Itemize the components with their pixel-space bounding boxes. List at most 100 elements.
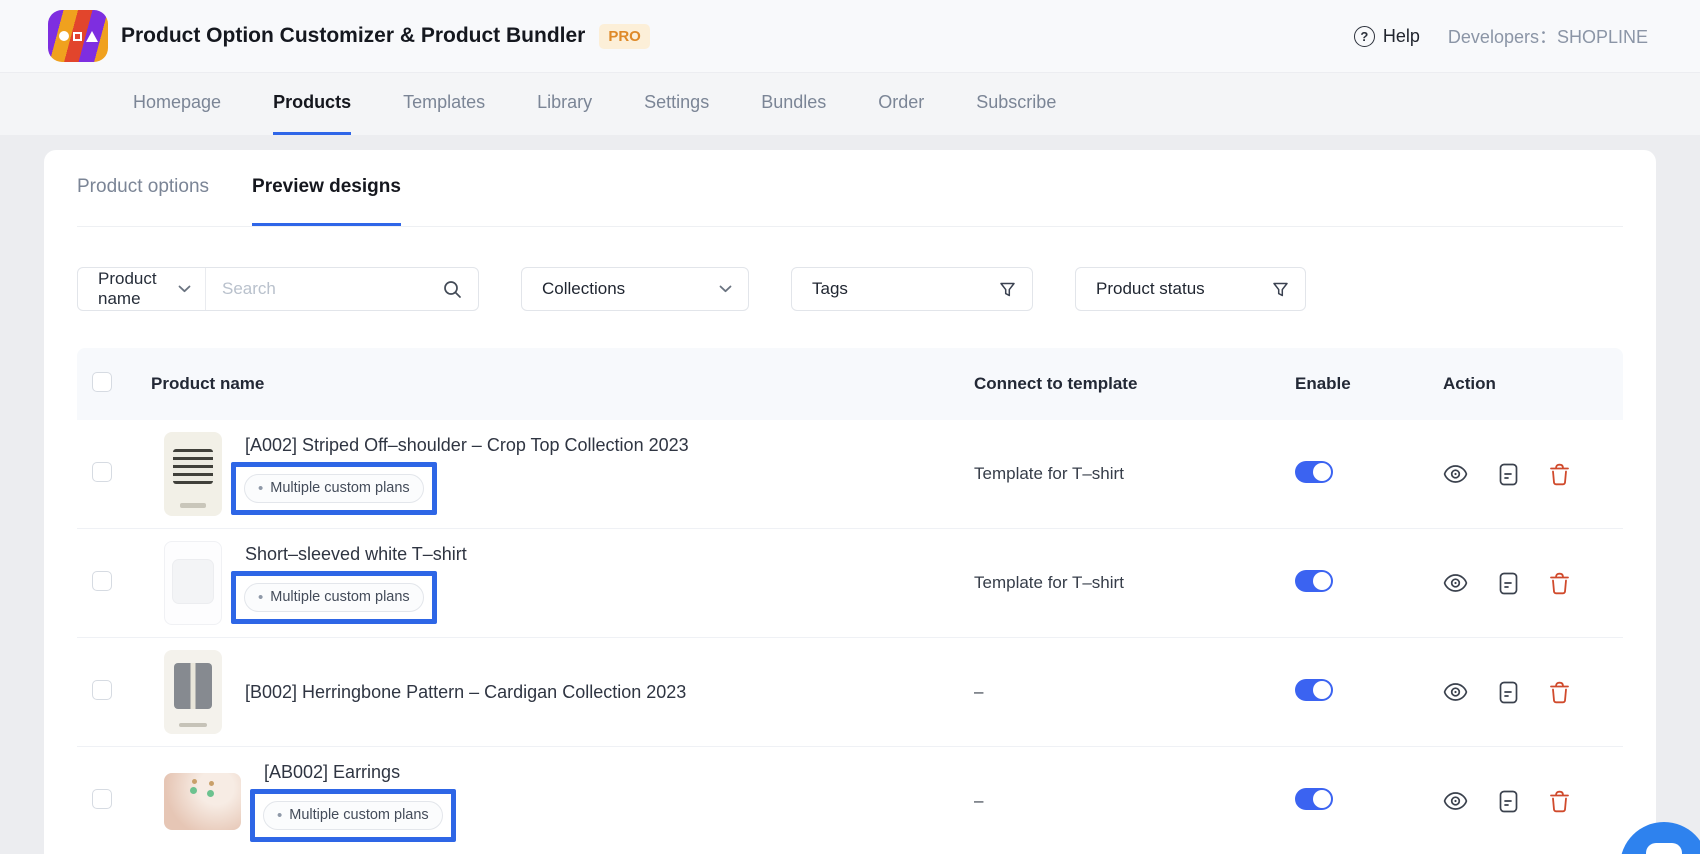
logo-triangle-shape xyxy=(86,31,98,42)
app-logo-icon xyxy=(48,10,108,62)
badge-dot-icon: • xyxy=(277,808,282,823)
multiple-custom-plans-badge: • Multiple custom plans xyxy=(263,801,443,830)
search-type-select[interactable]: Product name xyxy=(78,268,206,310)
search-icon xyxy=(443,280,462,299)
enable-toggle[interactable] xyxy=(1295,461,1333,483)
delete-button[interactable] xyxy=(1549,681,1570,704)
trash-icon xyxy=(1549,463,1570,486)
developers-label: Developers： xyxy=(1448,27,1557,47)
note-button[interactable] xyxy=(1499,572,1518,595)
tags-filter[interactable]: Tags xyxy=(791,267,1033,311)
badge-label: Multiple custom plans xyxy=(270,589,409,605)
preview-button[interactable] xyxy=(1443,464,1468,484)
row-checkbox[interactable] xyxy=(92,571,112,591)
multiple-custom-plans-badge: • Multiple custom plans xyxy=(244,474,424,503)
chevron-down-icon xyxy=(178,285,191,293)
enable-toggle[interactable] xyxy=(1295,570,1333,592)
note-icon xyxy=(1499,681,1518,704)
developers-value: SHOPLINE xyxy=(1557,27,1648,47)
row-checkbox[interactable] xyxy=(92,680,112,700)
product-title: [AB002] Earrings xyxy=(264,760,456,784)
sub-tabs: Product options Preview designs xyxy=(77,150,1623,227)
note-icon xyxy=(1499,790,1518,813)
badge-dot-icon: • xyxy=(258,481,263,496)
product-status-filter[interactable]: Product status xyxy=(1075,267,1306,311)
column-header-product-name: Product name xyxy=(149,374,974,394)
note-button[interactable] xyxy=(1499,790,1518,813)
help-label: Help xyxy=(1383,26,1420,47)
table-row: Short–sleeved white T–shirt • Multiple c… xyxy=(77,529,1623,638)
row-checkbox[interactable] xyxy=(92,462,112,482)
tab-preview-designs[interactable]: Preview designs xyxy=(252,150,401,226)
select-all-checkbox[interactable] xyxy=(92,372,112,392)
table-body: [A002] Striped Off–shoulder – Crop Top C… xyxy=(77,420,1623,854)
badge-dot-icon: • xyxy=(258,590,263,605)
note-button[interactable] xyxy=(1499,463,1518,486)
collections-filter[interactable]: Collections xyxy=(521,267,749,311)
help-button[interactable]: ? Help xyxy=(1354,26,1420,47)
row-checkbox[interactable] xyxy=(92,789,112,809)
developers-info: Developers：SHOPLINE xyxy=(1448,23,1648,49)
column-header-connect-to-template: Connect to template xyxy=(974,374,1283,394)
nav-tab-bundles[interactable]: Bundles xyxy=(761,73,826,135)
filter-bar: Product name Collections Tags Product st… xyxy=(77,267,1623,311)
preview-button[interactable] xyxy=(1443,573,1468,593)
nav-tab-settings[interactable]: Settings xyxy=(644,73,709,135)
search-group: Product name xyxy=(77,267,479,311)
chevron-down-icon xyxy=(719,285,732,293)
nav-tab-subscribe[interactable]: Subscribe xyxy=(976,73,1056,135)
product-thumbnail xyxy=(164,432,222,516)
tags-label: Tags xyxy=(812,279,848,299)
funnel-icon xyxy=(1272,281,1289,298)
multiple-custom-plans-badge: • Multiple custom plans xyxy=(244,583,424,612)
nav-tab-library[interactable]: Library xyxy=(537,73,592,135)
page-title: Product Option Customizer & Product Bund… xyxy=(121,24,585,48)
logo-square-shape xyxy=(73,32,82,41)
table-header: Product name Connect to template Enable … xyxy=(77,348,1623,420)
nav-tab-homepage[interactable]: Homepage xyxy=(133,73,221,135)
note-icon xyxy=(1499,572,1518,595)
nav-tab-order[interactable]: Order xyxy=(878,73,924,135)
product-title: [A002] Striped Off–shoulder – Crop Top C… xyxy=(245,433,689,457)
badge-highlight-box: • Multiple custom plans xyxy=(250,789,456,842)
delete-button[interactable] xyxy=(1549,463,1570,486)
table-row: [AB002] Earrings • Multiple custom plans… xyxy=(77,747,1623,854)
product-thumbnail xyxy=(164,773,241,830)
app-header: Product Option Customizer & Product Bund… xyxy=(0,0,1700,73)
pro-badge: PRO xyxy=(599,24,650,49)
column-header-enable: Enable xyxy=(1283,374,1420,394)
eye-icon xyxy=(1443,682,1468,702)
preview-button[interactable] xyxy=(1443,682,1468,702)
search-type-label: Product name xyxy=(98,269,178,309)
main-nav: Homepage Products Templates Library Sett… xyxy=(0,73,1700,135)
column-header-action: Action xyxy=(1420,374,1623,394)
preview-button[interactable] xyxy=(1443,791,1468,811)
funnel-icon xyxy=(999,281,1016,298)
badge-label: Multiple custom plans xyxy=(289,807,428,823)
enable-toggle[interactable] xyxy=(1295,679,1333,701)
delete-button[interactable] xyxy=(1549,572,1570,595)
eye-icon xyxy=(1443,791,1468,811)
tab-product-options[interactable]: Product options xyxy=(77,150,209,226)
product-title: Short–sleeved white T–shirt xyxy=(245,542,467,566)
template-cell: Template for T–shirt xyxy=(974,464,1283,484)
eye-icon xyxy=(1443,573,1468,593)
table-row: [B002] Herringbone Pattern – Cardigan Co… xyxy=(77,638,1623,747)
content-card: Product options Preview designs Product … xyxy=(44,150,1656,854)
logo-circle-shape xyxy=(59,31,69,41)
search-input[interactable] xyxy=(222,279,443,299)
badge-highlight-box: • Multiple custom plans xyxy=(231,571,437,624)
table-row: [A002] Striped Off–shoulder – Crop Top C… xyxy=(77,420,1623,529)
trash-icon xyxy=(1549,572,1570,595)
delete-button[interactable] xyxy=(1549,790,1570,813)
note-button[interactable] xyxy=(1499,681,1518,704)
nav-tab-templates[interactable]: Templates xyxy=(403,73,485,135)
eye-icon xyxy=(1443,464,1468,484)
collections-label: Collections xyxy=(542,279,625,299)
question-mark-icon: ? xyxy=(1354,26,1375,47)
enable-toggle[interactable] xyxy=(1295,788,1333,810)
template-cell: – xyxy=(974,791,1283,811)
trash-icon xyxy=(1549,681,1570,704)
products-table: Product name Connect to template Enable … xyxy=(77,348,1623,854)
nav-tab-products[interactable]: Products xyxy=(273,73,351,135)
